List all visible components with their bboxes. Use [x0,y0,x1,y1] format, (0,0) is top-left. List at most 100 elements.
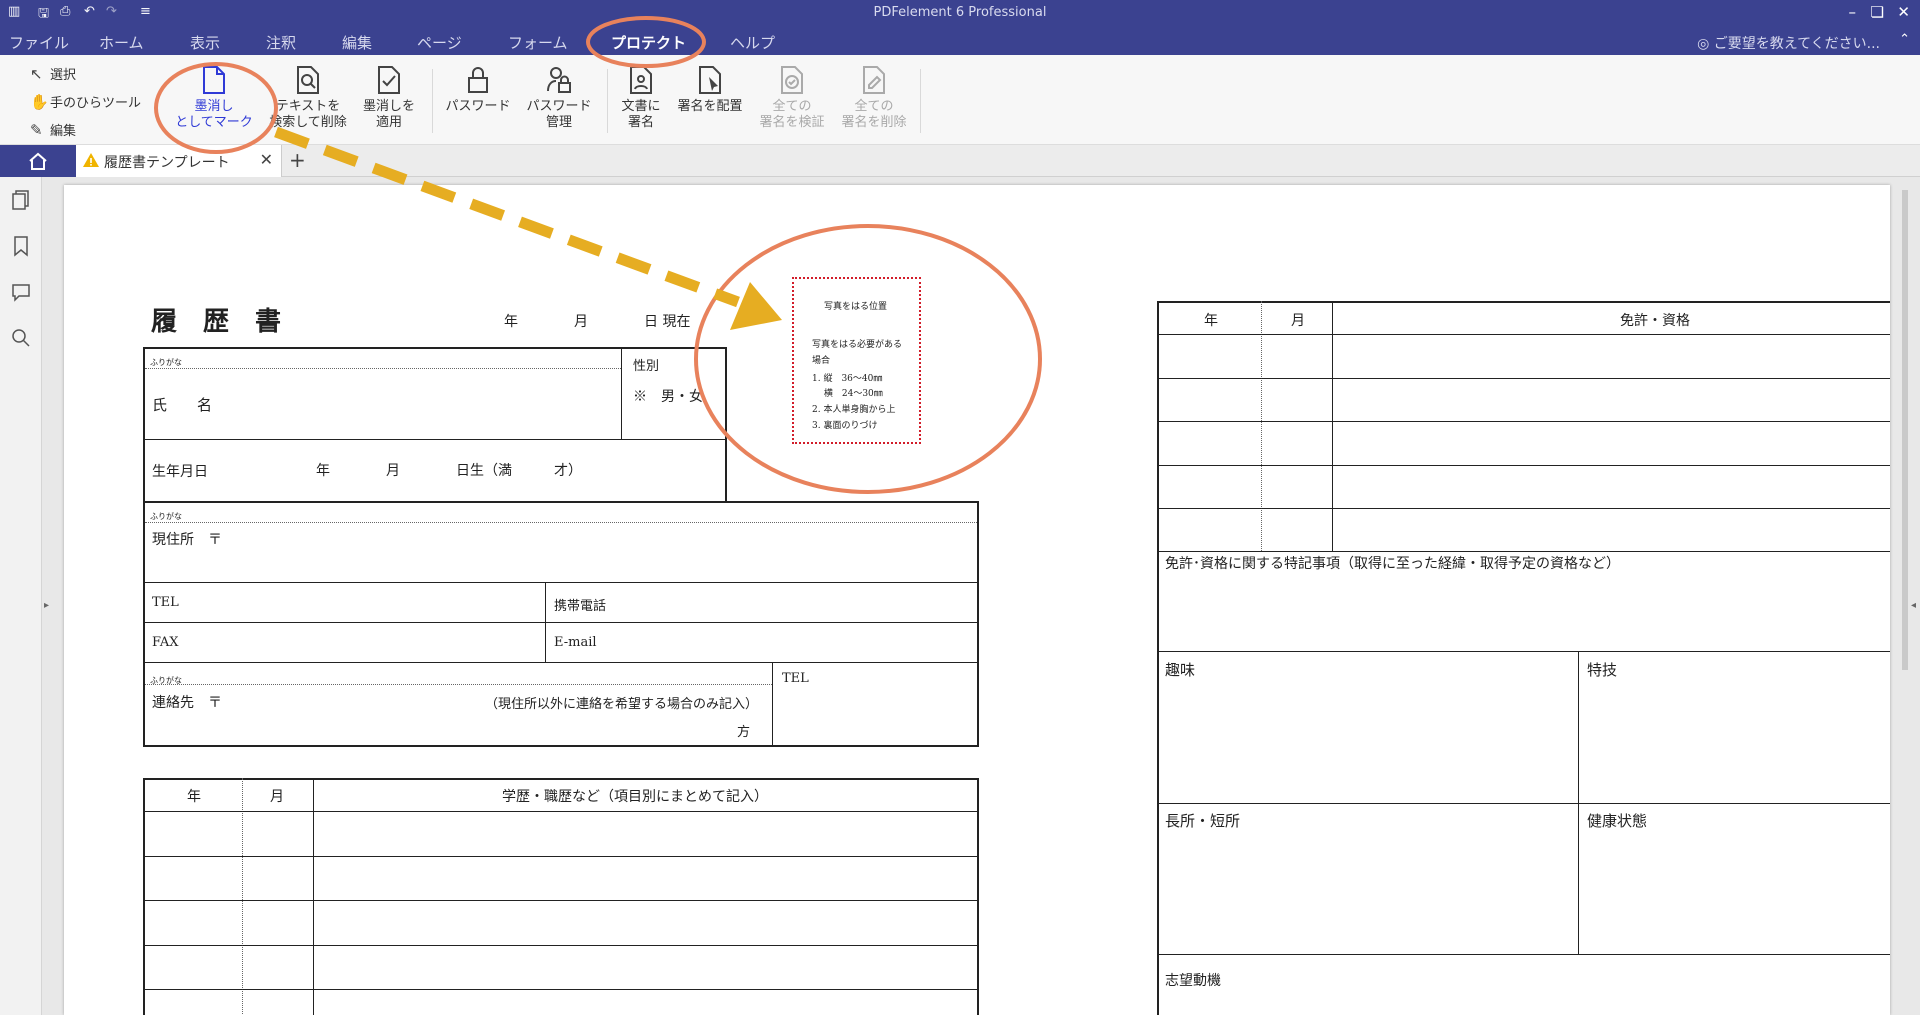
vertical-scrollbar[interactable] [1902,190,1908,670]
warning-icon [83,153,99,167]
menu-bar: ファイル ホーム 表示 注釈 編集 ページ フォーム プロテクト ヘルプ ◎ ご… [0,28,1920,55]
password-button[interactable]: パスワード [438,65,518,115]
expand-right-panel-icon[interactable]: ◂ [1911,600,1916,611]
comment-icon[interactable] [10,281,32,303]
minimize-icon[interactable]: – [1849,3,1857,21]
sign-document-button[interactable]: 文書に 署名 [601,65,681,131]
edit-icon: ✎ [30,120,43,139]
name-label: 氏 名 [152,396,213,414]
menu-page[interactable]: ページ [417,32,462,53]
box-join [725,499,727,503]
table-row [1157,465,1890,466]
menu-edit[interactable]: 編集 [342,32,372,53]
close-icon[interactable]: ✕ [1897,3,1910,21]
photo-line1: 写真をはる必要がある [812,340,903,350]
gender-label: 性別 [633,359,660,374]
education-table [143,778,979,1015]
photo-title: 写真をはる位置 [824,302,888,312]
place-sign-icon [699,66,721,94]
col-divider [242,778,243,1015]
lock-icon [468,67,488,93]
row-divider [1157,803,1890,804]
home-icon [29,152,47,170]
menu-help[interactable]: ヘルプ [730,32,775,53]
col-divider [1332,301,1333,551]
new-tab-icon[interactable]: + [289,148,306,172]
address-label: 現住所 〒 [152,532,222,548]
document-tab[interactable]: 履歴書テンプレート ✕ [76,145,282,177]
pdf-page: 履 歴 書 年 月 日 現在 ふりがな 性別 ※ 男・女 氏 名 生年月日 年 … [64,185,1890,1015]
select-tool[interactable]: ↖ 選択 [30,64,76,84]
row-divider [1157,954,1890,955]
license-header: 免許・資格 [1620,313,1690,329]
photo-line5: 2. 本人単身胸から上 [812,405,896,415]
mark-redaction-button[interactable]: 墨消し としてマーク [174,65,254,131]
table-row [143,945,979,946]
row-divider [143,662,979,663]
check-page-icon [378,66,400,94]
furigana-label: ふりがな [150,358,182,367]
menu-form[interactable]: フォーム [508,32,568,53]
hand-icon: ✋ [30,92,49,111]
menu-view[interactable]: 表示 [190,32,220,53]
col-divider [313,778,314,1015]
thumbnails-icon[interactable] [10,189,32,211]
right-column-box [1157,301,1890,1015]
collapse-ribbon-icon[interactable]: ⌃ [1899,32,1910,47]
delete-sign-icon [863,66,885,94]
search-and-redact-button[interactable]: テキストを 検索して削除 [268,65,348,131]
expand-left-panel-icon[interactable]: ▸ [44,600,49,611]
close-tab-icon[interactable]: ✕ [260,150,273,169]
license-note-label: 免許･資格に関する特記事項（取得に至った経緯・取得予定の資格など） [1165,556,1620,572]
apply-redaction-button[interactable]: 墨消しを 適用 [349,65,429,131]
row-divider [143,622,979,623]
title-bar: ▥ 🖫 ⎙ ↶ ↷ ≡ PDFelement 6 Professional – … [0,0,1920,55]
resume-title: 履 歴 書 [151,307,282,337]
date-line: 年 月 日 現在 [504,314,691,330]
table-row [143,811,979,812]
maximize-icon[interactable]: ❏ [1871,3,1884,21]
place-signature-button[interactable]: 署名を配置 [670,65,750,115]
email-label: E-mail [554,635,597,650]
table-row [143,989,979,990]
edit-tool[interactable]: ✎ 編集 [30,120,76,140]
ribbon-separator [920,69,921,133]
verify-all-signatures-button[interactable]: 全ての 署名を検証 [752,65,832,131]
menu-file[interactable]: ファイル [9,32,69,53]
edu-month-header: 月 [270,789,284,805]
cursor-icon: ↖ [30,64,43,83]
bookmark-icon[interactable] [10,235,32,257]
search-page-icon [297,66,319,94]
contact-label: 連絡先 〒 [152,695,222,711]
menu-home[interactable]: ホーム [99,32,144,53]
document-tab-bar: 履歴書テンプレート ✕ + [0,145,1920,177]
page-icon [203,66,225,94]
furigana-line [145,522,977,523]
table-row [1157,508,1890,509]
address-furigana: ふりがな [150,512,182,521]
gender-value: ※ 男・女 [633,389,703,405]
verify-icon [781,66,803,94]
col-divider [1261,301,1262,551]
delete-all-signatures-button[interactable]: 全ての 署名を削除 [834,65,914,131]
lightbulb-icon: ◎ [1697,36,1714,52]
table-row [1157,334,1890,335]
feedback-link[interactable]: ◎ ご要望を教えてください... [1697,33,1880,53]
search-icon[interactable] [10,327,32,349]
ribbon: ↖ 選択 ✋ 手のひらツール ✎ 編集 墨消し としてマーク テキストを 検索して削除… [0,55,1920,145]
row-divider [143,582,979,583]
hand-tool[interactable]: ✋ 手のひらツール [30,92,141,112]
menu-comment[interactable]: 注釈 [266,32,296,53]
menu-protect[interactable]: プロテクト [611,32,686,53]
motivation-label: 志望動機 [1165,973,1221,989]
table-row [1157,421,1890,422]
table-row [1157,378,1890,379]
license-year-header: 年 [1204,313,1218,329]
password-manage-button[interactable]: パスワード 管理 [519,65,599,131]
row-divider [143,439,727,440]
gender-divider [621,347,622,440]
contact-suffix: 方 [737,725,751,740]
home-tab[interactable] [0,145,76,177]
skill-label: 特技 [1587,661,1618,679]
left-sidebar [0,177,42,1015]
